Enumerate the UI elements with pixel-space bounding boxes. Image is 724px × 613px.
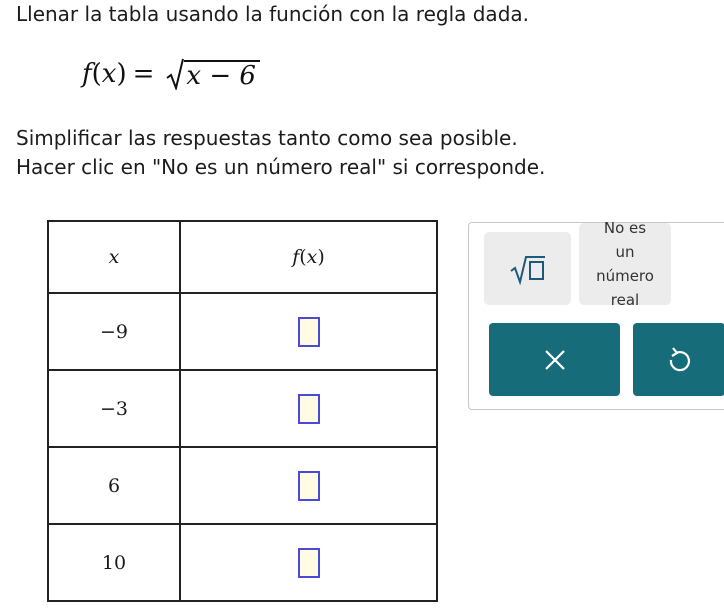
square-root-button[interactable]: [484, 232, 571, 305]
table-header-row: x f(x): [47, 220, 438, 294]
function-table: x f(x) −9 −3 6 10: [47, 220, 438, 602]
undo-icon: [669, 346, 690, 371]
answer-input[interactable]: [297, 547, 320, 578]
not-real-label-3: número: [596, 267, 654, 285]
close-paren: ): [116, 59, 127, 89]
answer-input[interactable]: [297, 316, 320, 347]
equals-sign: =: [132, 59, 155, 89]
instruction-line-2: Simplificar las respuestas tanto como se…: [16, 126, 518, 150]
fx-cell: [179, 523, 438, 602]
not-a-real-number-button[interactable]: No es un número real: [579, 219, 671, 309]
sqrt-box-icon: [509, 255, 545, 285]
x-value-cell: 10: [47, 523, 181, 602]
not-real-label-2: un: [615, 243, 635, 261]
clear-button[interactable]: [489, 323, 620, 396]
x-value-cell: 6: [47, 446, 181, 525]
function-name: f: [82, 59, 92, 89]
table-row: 6: [47, 446, 438, 525]
math-keypad: No es un número real: [468, 219, 724, 410]
open-paren: (: [91, 59, 102, 89]
table-row: −9: [47, 292, 438, 371]
fx-cell: [179, 446, 438, 525]
header-fx: f(x): [179, 220, 438, 294]
instruction-line-3: Hacer clic en "No es un número real" si …: [16, 155, 546, 179]
radical-icon: [166, 58, 185, 90]
undo-button[interactable]: [633, 323, 724, 396]
function-rule: f(x) = x − 6: [82, 54, 260, 94]
fx-cell: [179, 292, 438, 371]
x-value-cell: −3: [47, 369, 181, 448]
x-icon: [544, 349, 565, 370]
square-root-expression: x − 6: [166, 58, 260, 90]
table-row: 10: [47, 523, 438, 602]
answer-input[interactable]: [297, 393, 320, 424]
instruction-line-1: Llenar la tabla usando la función con la…: [16, 2, 529, 26]
header-x: x: [47, 220, 181, 294]
not-real-label-4: real: [610, 291, 640, 309]
table-row: −3: [47, 369, 438, 448]
function-variable: x: [101, 59, 117, 89]
radicand: x − 6: [184, 60, 260, 90]
x-value-cell: −9: [47, 292, 181, 371]
not-real-label-1: No es: [603, 219, 647, 237]
fx-cell: [179, 369, 438, 448]
answer-input[interactable]: [297, 470, 320, 501]
